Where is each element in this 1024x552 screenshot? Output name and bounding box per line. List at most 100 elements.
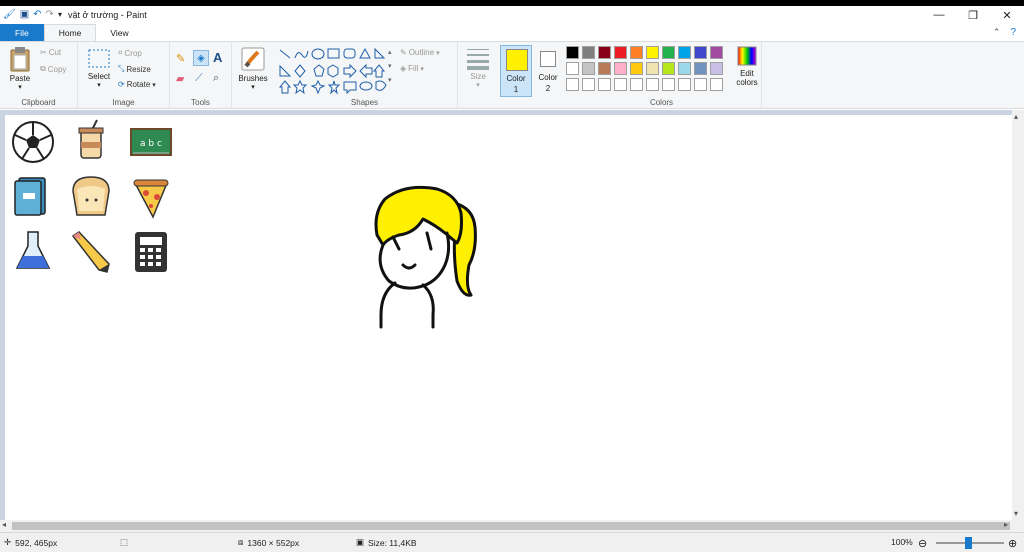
disk-icon: ▣	[356, 537, 365, 547]
color-swatch[interactable]	[566, 78, 579, 91]
chevron-down-icon[interactable]: ▾	[388, 62, 392, 70]
color-swatch[interactable]	[662, 46, 675, 59]
scroll-right-icon[interactable]: ▸	[1004, 520, 1008, 529]
color-swatch[interactable]	[646, 46, 659, 59]
color-swatch[interactable]	[694, 62, 707, 75]
tab-file[interactable]: File	[0, 24, 44, 41]
copy-icon: ⧉	[40, 64, 46, 73]
zoom-out-button[interactable]: ⊖	[918, 537, 927, 550]
chevron-up-icon[interactable]: ▴	[388, 48, 392, 56]
customize-qa-icon[interactable]: ▾	[58, 10, 62, 20]
image-group-label: Image	[112, 98, 135, 107]
pencil-sticker-icon	[71, 231, 110, 273]
horizontal-scrollbar[interactable]: ◂ ▸	[0, 520, 1024, 532]
color-swatch[interactable]	[598, 62, 611, 75]
cut-button[interactable]: ✂ Cut	[40, 48, 61, 57]
maximize-button[interactable]: ❐	[956, 6, 990, 24]
shapes-scroll[interactable]: ▴ ▾ ▾	[388, 48, 392, 84]
soccer-ball-icon	[12, 121, 54, 163]
line-size-icon	[467, 49, 489, 70]
minimize-button[interactable]: —	[922, 6, 956, 24]
color-swatch[interactable]	[566, 46, 579, 59]
fill-bucket-icon[interactable]: ◈	[193, 50, 209, 66]
window-title: vật ở trường - Paint	[67, 10, 147, 20]
help-icon[interactable]: ?	[1010, 27, 1016, 38]
color2-button[interactable]: Color 2	[534, 45, 562, 97]
vertical-scrollbar[interactable]: ▴ ▾	[1012, 110, 1024, 520]
horizontal-scroll-thumb[interactable]	[12, 522, 1010, 530]
brushes-button[interactable]: Brushes ▾	[236, 46, 270, 91]
select-label: Select	[87, 72, 111, 81]
color-swatch[interactable]	[646, 62, 659, 75]
color-swatch[interactable]	[678, 62, 691, 75]
magnifier-icon[interactable]: ⌕	[213, 72, 219, 85]
color-swatch[interactable]	[582, 62, 595, 75]
text-tool-icon[interactable]: A	[213, 50, 222, 65]
color-swatch[interactable]	[566, 62, 579, 75]
eraser-icon[interactable]: ▰	[176, 72, 184, 85]
color-swatch[interactable]	[582, 46, 595, 59]
edit-colors-button[interactable]: Edit colors	[732, 45, 762, 87]
brushes-group: Brushes ▾	[232, 42, 272, 109]
color-swatch[interactable]	[614, 46, 627, 59]
color-swatch[interactable]	[710, 78, 723, 91]
collapse-ribbon-icon[interactable]: ⌃	[993, 27, 1001, 38]
color-swatch[interactable]	[646, 78, 659, 91]
resize-button[interactable]: ⤡ Resize	[118, 64, 151, 74]
color-swatch[interactable]	[598, 46, 611, 59]
color-swatch[interactable]	[614, 78, 627, 91]
quick-access-toolbar: 🖌 ▣ ↶ ↷ ▾	[0, 6, 62, 24]
paste-button[interactable]: Paste ▾	[6, 46, 34, 91]
color-swatch[interactable]	[662, 62, 675, 75]
select-button[interactable]: Select ▾	[84, 48, 114, 89]
color-swatch[interactable]	[678, 78, 691, 91]
window-controls: — ❐ ✕	[922, 6, 1024, 24]
color-swatch[interactable]	[630, 62, 643, 75]
color1-label: Color	[506, 74, 526, 83]
color1-button[interactable]: Color 1	[500, 45, 532, 97]
coffee-cup-icon	[78, 119, 104, 159]
save-icon[interactable]: ▣	[20, 10, 29, 20]
color-swatch[interactable]	[694, 46, 707, 59]
scroll-left-icon[interactable]: ◂	[2, 520, 6, 529]
image-dimensions-text: 1360 × 552px	[247, 537, 300, 548]
tab-home[interactable]: Home	[43, 24, 97, 41]
copy-button[interactable]: ⧉ Copy	[40, 64, 66, 74]
redo-icon[interactable]: ↷	[46, 10, 54, 20]
expand-gallery-icon[interactable]: ▾	[388, 76, 392, 84]
color-swatch[interactable]	[710, 62, 723, 75]
close-button[interactable]: ✕	[990, 6, 1024, 24]
rotate-button[interactable]: ⟳ Rotate ▾	[118, 80, 156, 89]
color-swatch[interactable]	[678, 46, 691, 59]
fill-button[interactable]: ◈ Fill ▾	[400, 64, 424, 73]
calculator-icon	[135, 232, 167, 272]
color-swatch[interactable]	[614, 62, 627, 75]
undo-icon[interactable]: ↶	[33, 10, 41, 20]
zoom-in-button[interactable]: ⊕	[1008, 537, 1017, 550]
zoom-slider-thumb[interactable]	[965, 537, 972, 549]
image-dimensions: ⧈ 1360 × 552px	[238, 537, 299, 548]
color-swatch[interactable]	[630, 78, 643, 91]
crop-button[interactable]: ⌗ Crop	[118, 48, 142, 58]
color-swatch[interactable]	[630, 46, 643, 59]
color-picker-icon[interactable]: ⟋	[195, 72, 203, 85]
color-swatch[interactable]	[598, 78, 611, 91]
outline-brush-icon: ✎	[400, 48, 407, 57]
selection-icon: ⬚	[120, 537, 129, 547]
color-swatch[interactable]	[662, 78, 675, 91]
color-swatch[interactable]	[694, 78, 707, 91]
resize-icon: ⤡	[118, 64, 125, 73]
scroll-down-icon[interactable]: ▾	[1014, 509, 1018, 518]
drawing-canvas[interactable]: a b c	[5, 115, 1012, 520]
shapes-gallery[interactable]	[278, 47, 390, 95]
resize-label: Resize	[126, 64, 151, 74]
color-swatch[interactable]	[582, 78, 595, 91]
pencil-icon[interactable]: ✎	[176, 52, 185, 65]
size-button[interactable]: Size ▾	[462, 46, 494, 89]
scroll-up-icon[interactable]: ▴	[1014, 112, 1018, 121]
rotate-label: Rotate	[126, 80, 151, 89]
tab-view[interactable]: View	[96, 24, 142, 41]
outline-button[interactable]: ✎ Outline ▾	[400, 48, 440, 57]
title-bar: 🖌 ▣ ↶ ↷ ▾ vật ở trường - Paint — ❐ ✕	[0, 6, 1024, 24]
color-swatch[interactable]	[710, 46, 723, 59]
